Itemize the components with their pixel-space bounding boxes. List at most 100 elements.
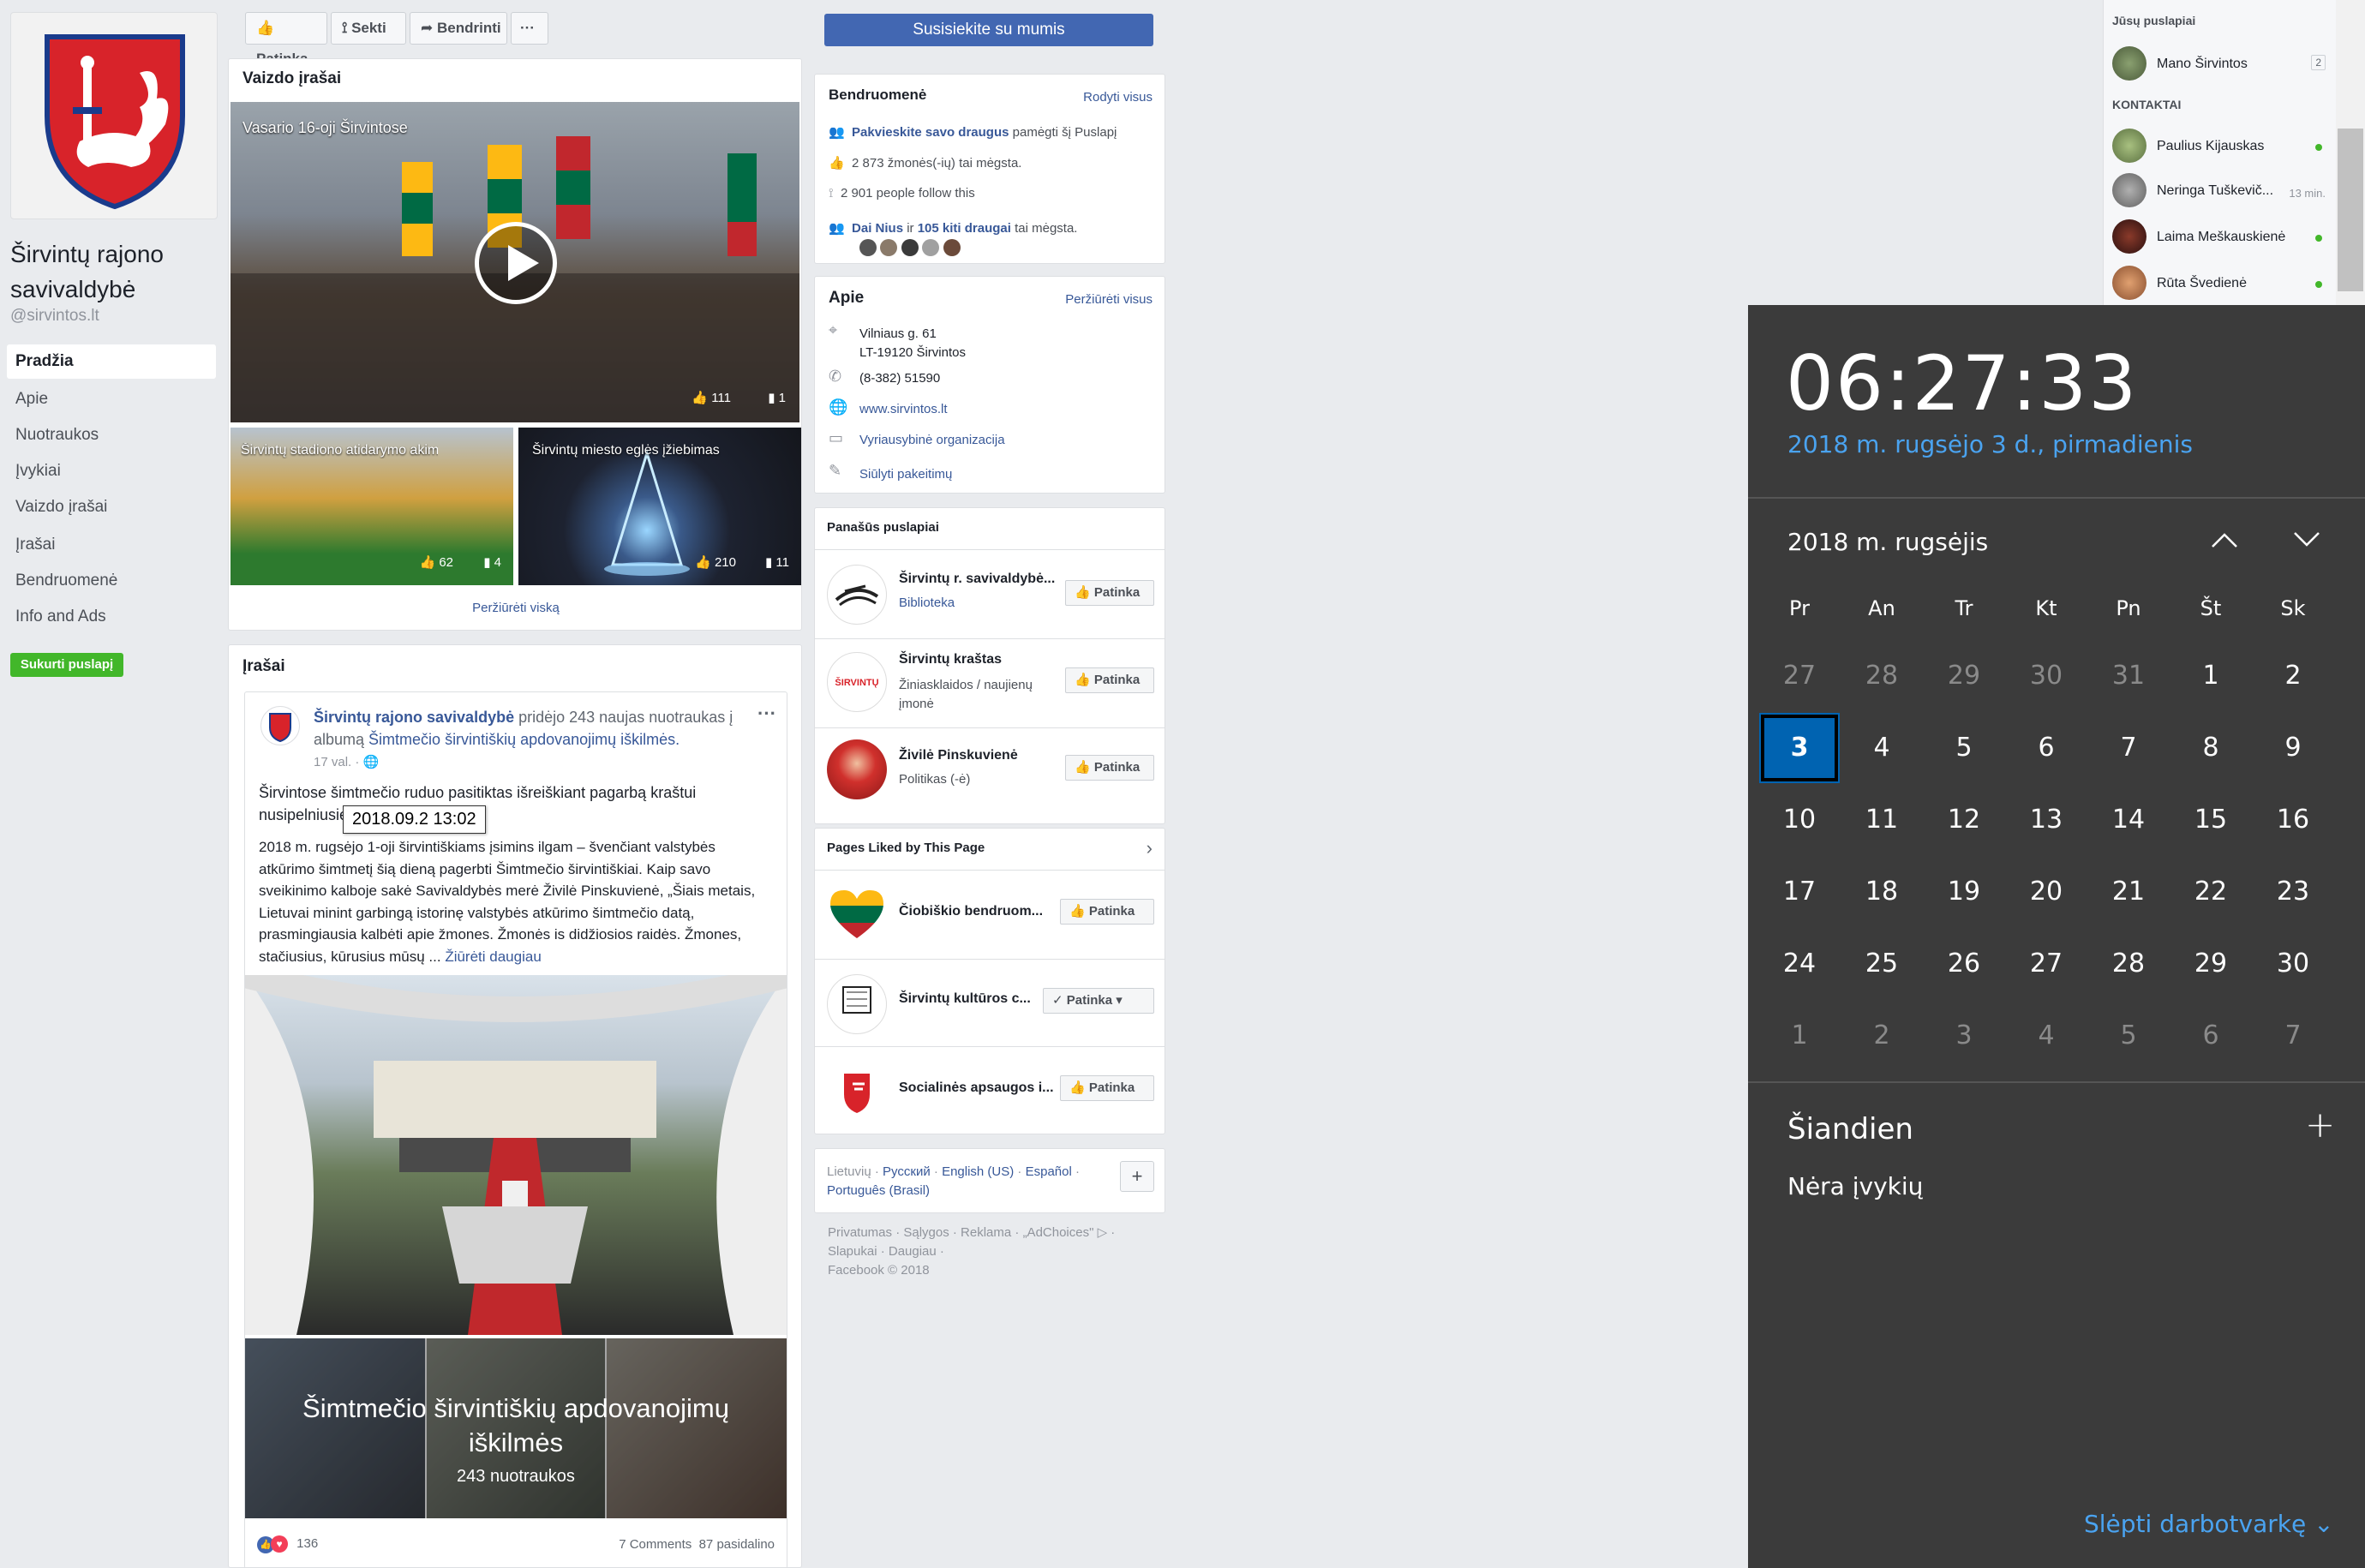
culture-center-logo[interactable] [827,974,887,1034]
chevron-down-icon[interactable] [2290,524,2324,555]
reactions-summary[interactable]: 👍 ♥ 136 [257,1535,318,1553]
calendar-day[interactable]: 14 [2090,787,2167,853]
post-author-link[interactable]: Širvintų rajono savivaldybė [314,709,514,726]
calendar-day[interactable]: 27 [2008,931,2085,997]
liked-page-2-liked-button[interactable]: ✓ Patinka ▾ [1043,988,1154,1014]
chevron-right-icon[interactable]: › [1147,837,1153,859]
post-main-photo[interactable] [245,975,787,1335]
lithuania-heart-logo[interactable] [827,885,887,945]
see-more-link[interactable]: Žiūrėti daugiau [445,949,541,965]
similar-page-2-name[interactable]: Širvintų kraštas [899,652,1002,667]
calendar-day[interactable]: 10 [1761,787,1838,853]
calendar-day[interactable]: 15 [2172,787,2249,853]
liked-page-3-name[interactable]: Socialinės apsaugos i... [899,1080,1054,1096]
similar-page-1-like-button[interactable]: 👍 Patinka [1065,580,1154,606]
calendar-day-today[interactable]: 3 [1759,713,1840,783]
calendar-day[interactable]: 5 [1925,715,2003,781]
calendar-day[interactable]: 24 [1761,931,1838,997]
contact-avatar[interactable] [2112,266,2146,300]
liked-page-2-name[interactable]: Širvintų kultūros c... [899,991,1031,1007]
calendar-day[interactable]: 31 [2090,643,2167,709]
contact-avatar[interactable] [2112,173,2146,207]
library-logo[interactable] [827,565,887,625]
language-english[interactable]: English (US) [942,1164,1014,1179]
calendar-day[interactable]: 26 [1925,931,2003,997]
calendar-day[interactable]: 22 [2172,859,2249,925]
post-author-avatar[interactable] [260,706,300,745]
nav-info-ads[interactable]: Info and Ads [7,600,216,634]
calendar-day[interactable]: 13 [2008,787,2085,853]
nav-about[interactable]: Apie [7,382,216,416]
contact-name[interactable]: Neringa Tuškevič... [2157,183,2273,199]
liked-page-3-like-button[interactable]: 👍 Patinka [1060,1075,1154,1101]
more-options-button[interactable]: ··· [511,12,548,45]
website-link[interactable]: www.sirvintos.lt [859,402,948,416]
similar-page-2-like-button[interactable]: 👍 Patinka [1065,667,1154,693]
hide-agenda-link[interactable]: Slėpti darbotvarkę ⌄ [2084,1510,2334,1538]
calendar-day[interactable]: 19 [1925,859,2003,925]
clock-date[interactable]: 2018 m. rugsėjo 3 d., pirmadienis [1787,430,2193,458]
nav-videos[interactable]: Vaizdo įrašai [7,490,216,524]
calendar-day[interactable]: 8 [2172,715,2249,781]
calendar-day[interactable]: 4 [1843,715,1920,781]
video-stadium[interactable]: Širvintų stadiono atidarymo akimirkos 👍 … [231,428,513,585]
nav-community[interactable]: Bendruomenė [7,564,216,598]
calendar-month-label[interactable]: 2018 m. rugsėjis [1787,528,1988,556]
nav-events[interactable]: Įvykiai [7,454,216,488]
nav-photos[interactable]: Nuotraukos [7,418,216,452]
calendar-day[interactable]: 28 [2090,931,2167,997]
calendar-day[interactable]: 3 [1925,1002,2003,1069]
calendar-day[interactable]: 18 [1843,859,1920,925]
play-icon[interactable] [475,222,557,304]
share-page-button[interactable]: ➦ Bendrinti [410,12,507,45]
community-see-all-link[interactable]: Rodyti visus [1083,90,1153,105]
shares-count[interactable]: 87 pasidalino [699,1537,775,1552]
calendar-day[interactable]: 23 [2254,859,2332,925]
contact-name[interactable]: Paulius Kijauskas [2157,139,2264,154]
similar-page-1-name[interactable]: Širvintų r. savivaldybė... [899,572,1055,587]
like-page-button[interactable]: 👍 Patinka [245,12,327,67]
calendar-day[interactable]: 4 [2008,1002,2085,1069]
about-see-all-link[interactable]: Peržiūrėti visus [1065,292,1153,307]
calendar-day[interactable]: 29 [1925,643,2003,709]
add-event-icon[interactable]: + [2305,1104,2335,1146]
album-link[interactable]: Šimtmečio širvintiškių apdovanojimų iški… [368,731,680,748]
page-handle[interactable]: @sirvintos.lt [10,307,99,326]
calendar-day[interactable]: 6 [2172,1002,2249,1069]
page-scrollbar[interactable] [2336,0,2365,305]
calendar-day[interactable]: 2 [2254,643,2332,709]
calendar-day[interactable]: 25 [1843,931,1920,997]
calendar-day[interactable]: 27 [1761,643,1838,709]
contact-name[interactable]: Laima Meškauskienė [2157,230,2285,245]
nav-home[interactable]: Pradžia [7,344,216,379]
calendar-day[interactable]: 1 [2172,643,2249,709]
calendar-day[interactable]: 7 [2090,715,2167,781]
nav-posts[interactable]: Įrašai [7,528,216,562]
post-options-icon[interactable]: ··· [757,703,776,725]
calendar-day[interactable]: 28 [1843,643,1920,709]
album-overlay[interactable]: Šimtmečio širvintiškių apdovanojimų iški… [245,1338,787,1518]
calendar-day[interactable]: 5 [2090,1002,2167,1069]
sirvintu-krastas-logo[interactable]: ŠIRVINTŲ [827,652,887,712]
phone-number[interactable]: (8-382) 51590 [859,371,940,386]
calendar-day[interactable]: 21 [2090,859,2167,925]
video-tree-lighting[interactable]: Širvintų miesto eglės įžiebimas 👍 210 ▮ … [518,428,801,585]
liked-page-1-name[interactable]: Čiobiškio bendruom... [899,904,1043,919]
calendar-day[interactable]: 17 [1761,859,1838,925]
calendar-day[interactable]: 29 [2172,931,2249,997]
social-services-logo[interactable] [827,1062,887,1122]
suggest-edits-link[interactable]: Siūlyti pakeitimų [859,467,952,482]
contact-avatar[interactable] [2112,219,2146,254]
contact-name[interactable]: Rūta Švedienė [2157,276,2247,291]
zivile-avatar[interactable] [827,739,887,799]
calendar-day[interactable]: 9 [2254,715,2332,781]
add-language-button[interactable]: + [1120,1161,1154,1192]
my-page-name[interactable]: Mano Širvintos [2157,57,2248,72]
calendar-day[interactable]: 30 [2254,931,2332,997]
follow-page-button[interactable]: ⟟ Sekti [331,12,406,45]
calendar-day[interactable]: 16 [2254,787,2332,853]
liked-page-1-like-button[interactable]: 👍 Patinka [1060,899,1154,925]
similar-page-1-category[interactable]: Biblioteka [899,595,955,610]
language-russian[interactable]: Русский [883,1164,931,1179]
comments-count[interactable]: 7 Comments [619,1537,692,1552]
